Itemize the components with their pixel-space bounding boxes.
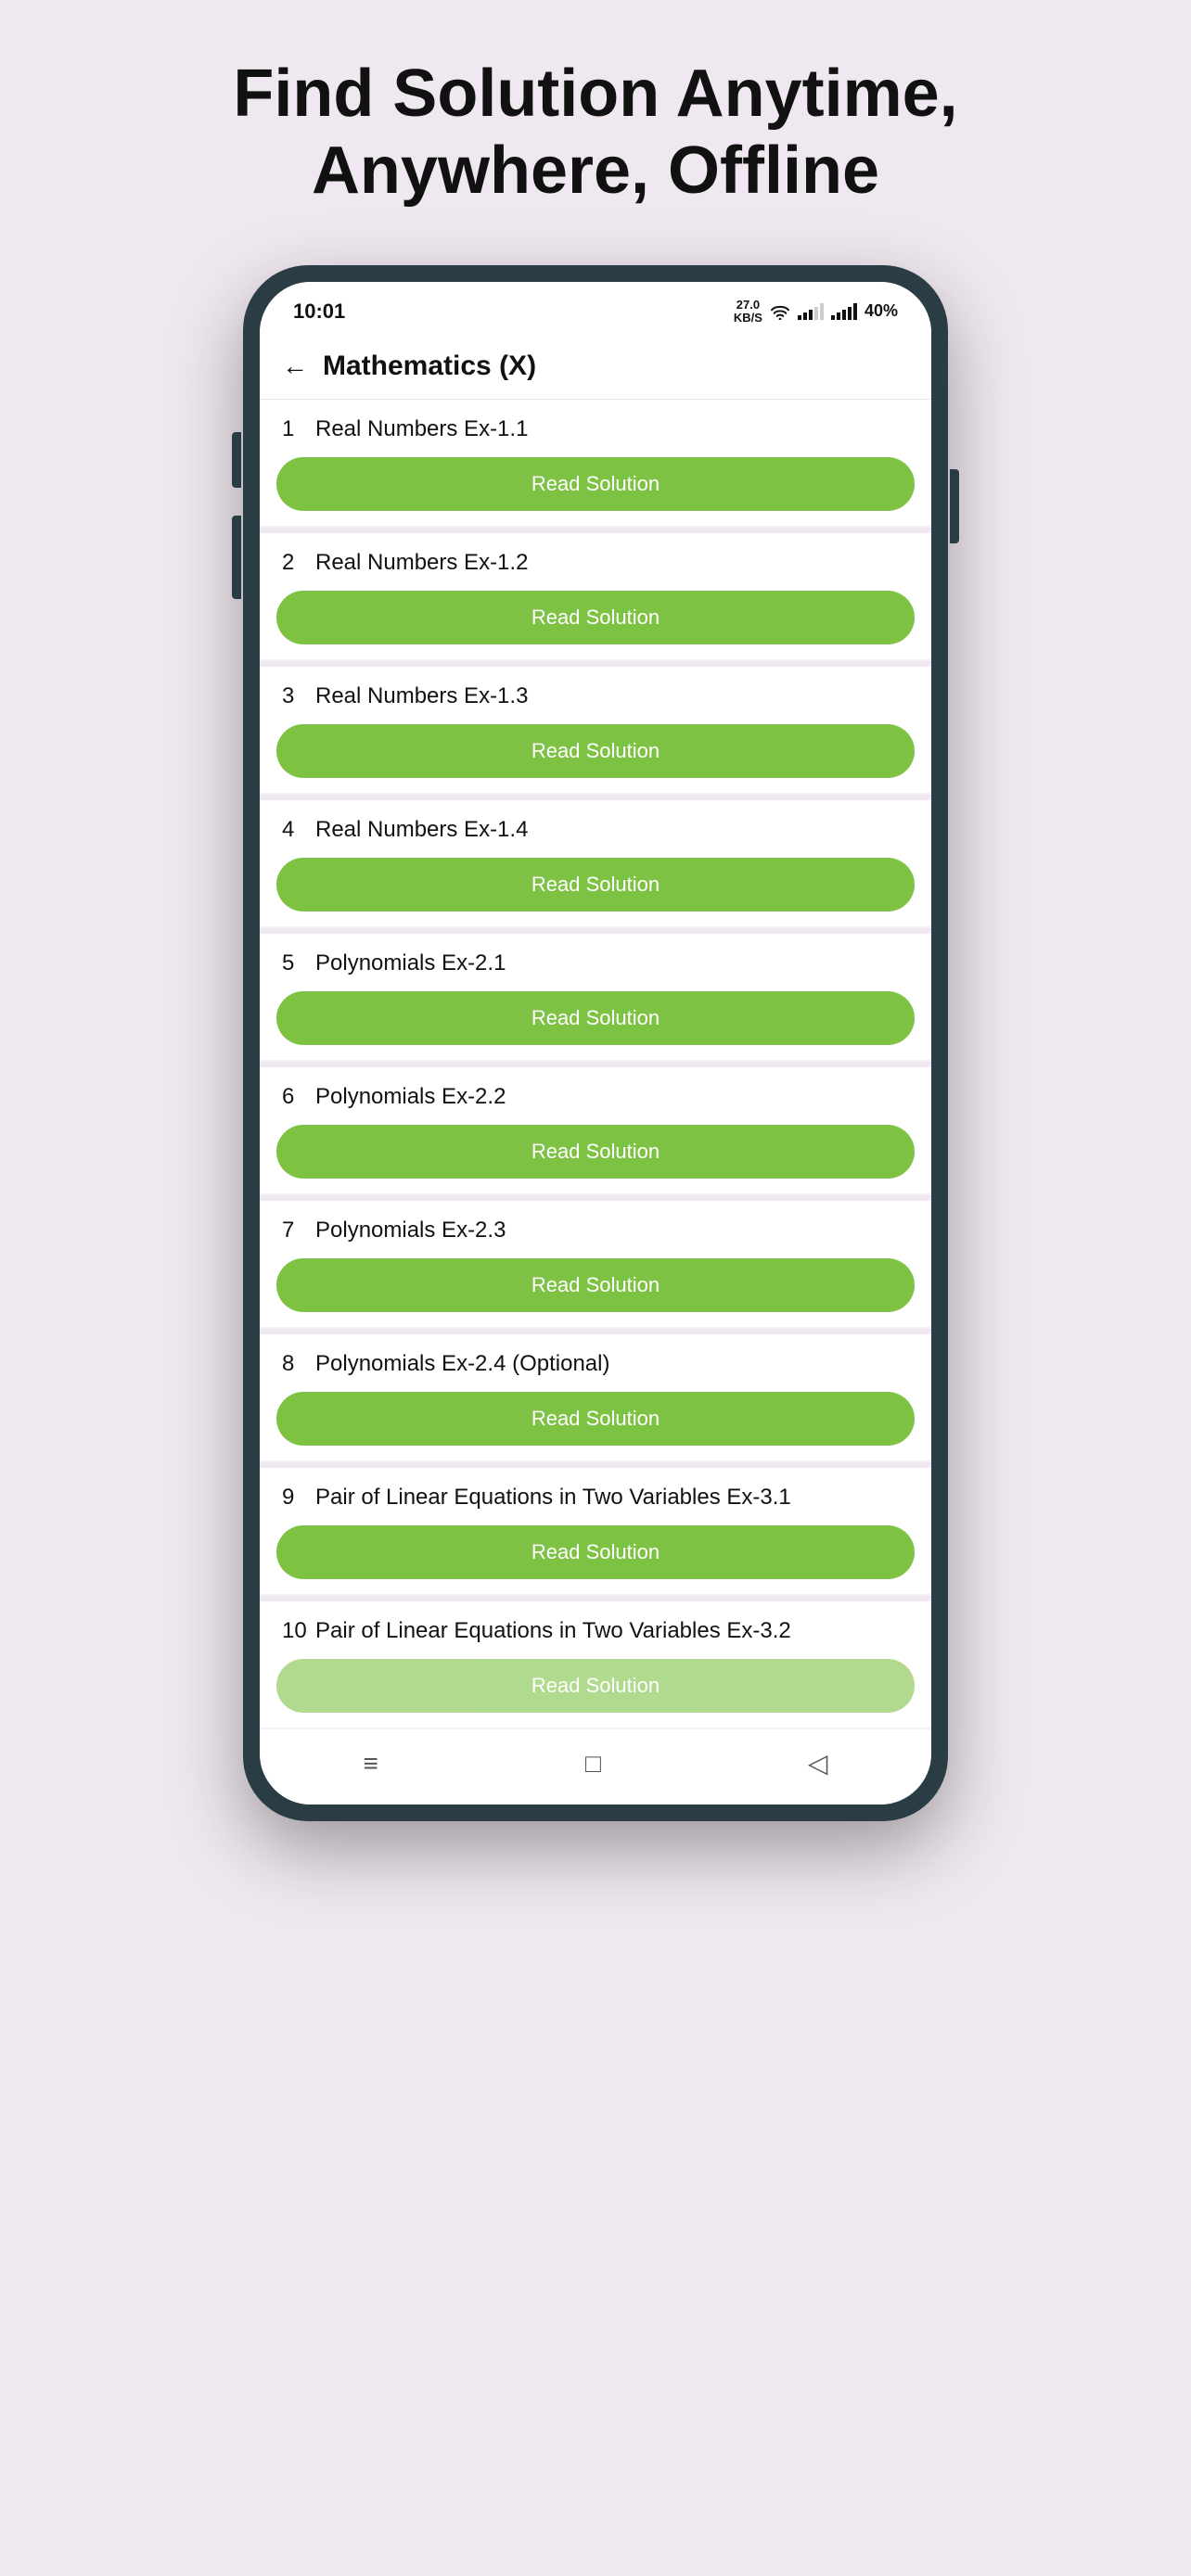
list-item: 4 Real Numbers Ex-1.4 Read Solution [260,800,931,926]
wifi-icon [770,303,790,320]
item-title: Pair of Linear Equations in Two Variable… [315,1485,791,1511]
phone-screen: 10:01 27.0 KB/S [260,282,931,1805]
read-solution-button[interactable]: Read Solution [276,591,915,644]
bottom-nav: ≡ □ ◁ [260,1729,931,1804]
item-number: 8 [282,1351,315,1377]
content-area: 1 Real Numbers Ex-1.1 Read Solution 2 Re… [260,400,931,1729]
hamburger-menu-icon[interactable]: ≡ [364,1749,378,1779]
read-solution-button[interactable]: Read Solution [276,1525,915,1579]
item-number: 6 [282,1084,315,1110]
item-title: Polynomials Ex-2.3 [315,1218,506,1243]
status-icons: 27.0 KB/S [734,299,898,325]
list-item: 1 Real Numbers Ex-1.1 Read Solution [260,400,931,526]
item-title: Polynomials Ex-2.4 (Optional) [315,1351,609,1377]
item-number: 5 [282,950,315,976]
list-item: 7 Polynomials Ex-2.3 Read Solution [260,1201,931,1327]
read-solution-button[interactable]: Read Solution [276,1392,915,1446]
back-nav-icon[interactable]: ◁ [808,1748,828,1779]
read-solution-button[interactable]: Read Solution [276,1659,915,1713]
item-number: 4 [282,817,315,843]
item-number: 9 [282,1485,315,1511]
kb-indicator: 27.0 KB/S [734,299,762,325]
page-headline: Find Solution Anytime, Anywhere, Offline [0,56,1191,210]
battery-text: 40% [864,301,898,321]
item-number: 10 [282,1618,315,1644]
list-item: 10 Pair of Linear Equations in Two Varia… [260,1601,931,1728]
list-item: 3 Real Numbers Ex-1.3 Read Solution [260,667,931,793]
item-title: Real Numbers Ex-1.1 [315,416,528,442]
list-item: 6 Polynomials Ex-2.2 Read Solution [260,1067,931,1193]
status-time: 10:01 [293,300,345,324]
item-title: Real Numbers Ex-1.4 [315,817,528,843]
read-solution-button[interactable]: Read Solution [276,991,915,1045]
read-solution-button[interactable]: Read Solution [276,1258,915,1312]
power-button [950,469,959,543]
home-icon[interactable]: □ [585,1749,601,1779]
read-solution-button[interactable]: Read Solution [276,724,915,778]
item-title: Real Numbers Ex-1.3 [315,683,528,709]
list-item: 8 Polynomials Ex-2.4 (Optional) Read Sol… [260,1334,931,1460]
read-solution-button[interactable]: Read Solution [276,858,915,912]
back-button[interactable]: ← [282,351,308,381]
item-number: 2 [282,550,315,576]
read-solution-button[interactable]: Read Solution [276,1125,915,1179]
list-item: 5 Polynomials Ex-2.1 Read Solution [260,934,931,1060]
status-bar: 10:01 27.0 KB/S [260,282,931,335]
read-solution-button[interactable]: Read Solution [276,457,915,511]
list-item: 2 Real Numbers Ex-1.2 Read Solution [260,533,931,659]
phone-mockup: 10:01 27.0 KB/S [243,265,948,1822]
item-title: Polynomials Ex-2.1 [315,950,506,976]
item-title: Polynomials Ex-2.2 [315,1084,506,1110]
item-number: 3 [282,683,315,709]
item-number: 1 [282,416,315,442]
list-item: 9 Pair of Linear Equations in Two Variab… [260,1468,931,1594]
signal-icon-1 [798,303,824,320]
item-title: Pair of Linear Equations in Two Variable… [315,1618,791,1644]
item-number: 7 [282,1218,315,1243]
screen-title: Mathematics (X) [323,351,536,382]
nav-bar: ← Mathematics (X) [260,334,931,400]
item-title: Real Numbers Ex-1.2 [315,550,528,576]
signal-icon-2 [831,303,857,320]
